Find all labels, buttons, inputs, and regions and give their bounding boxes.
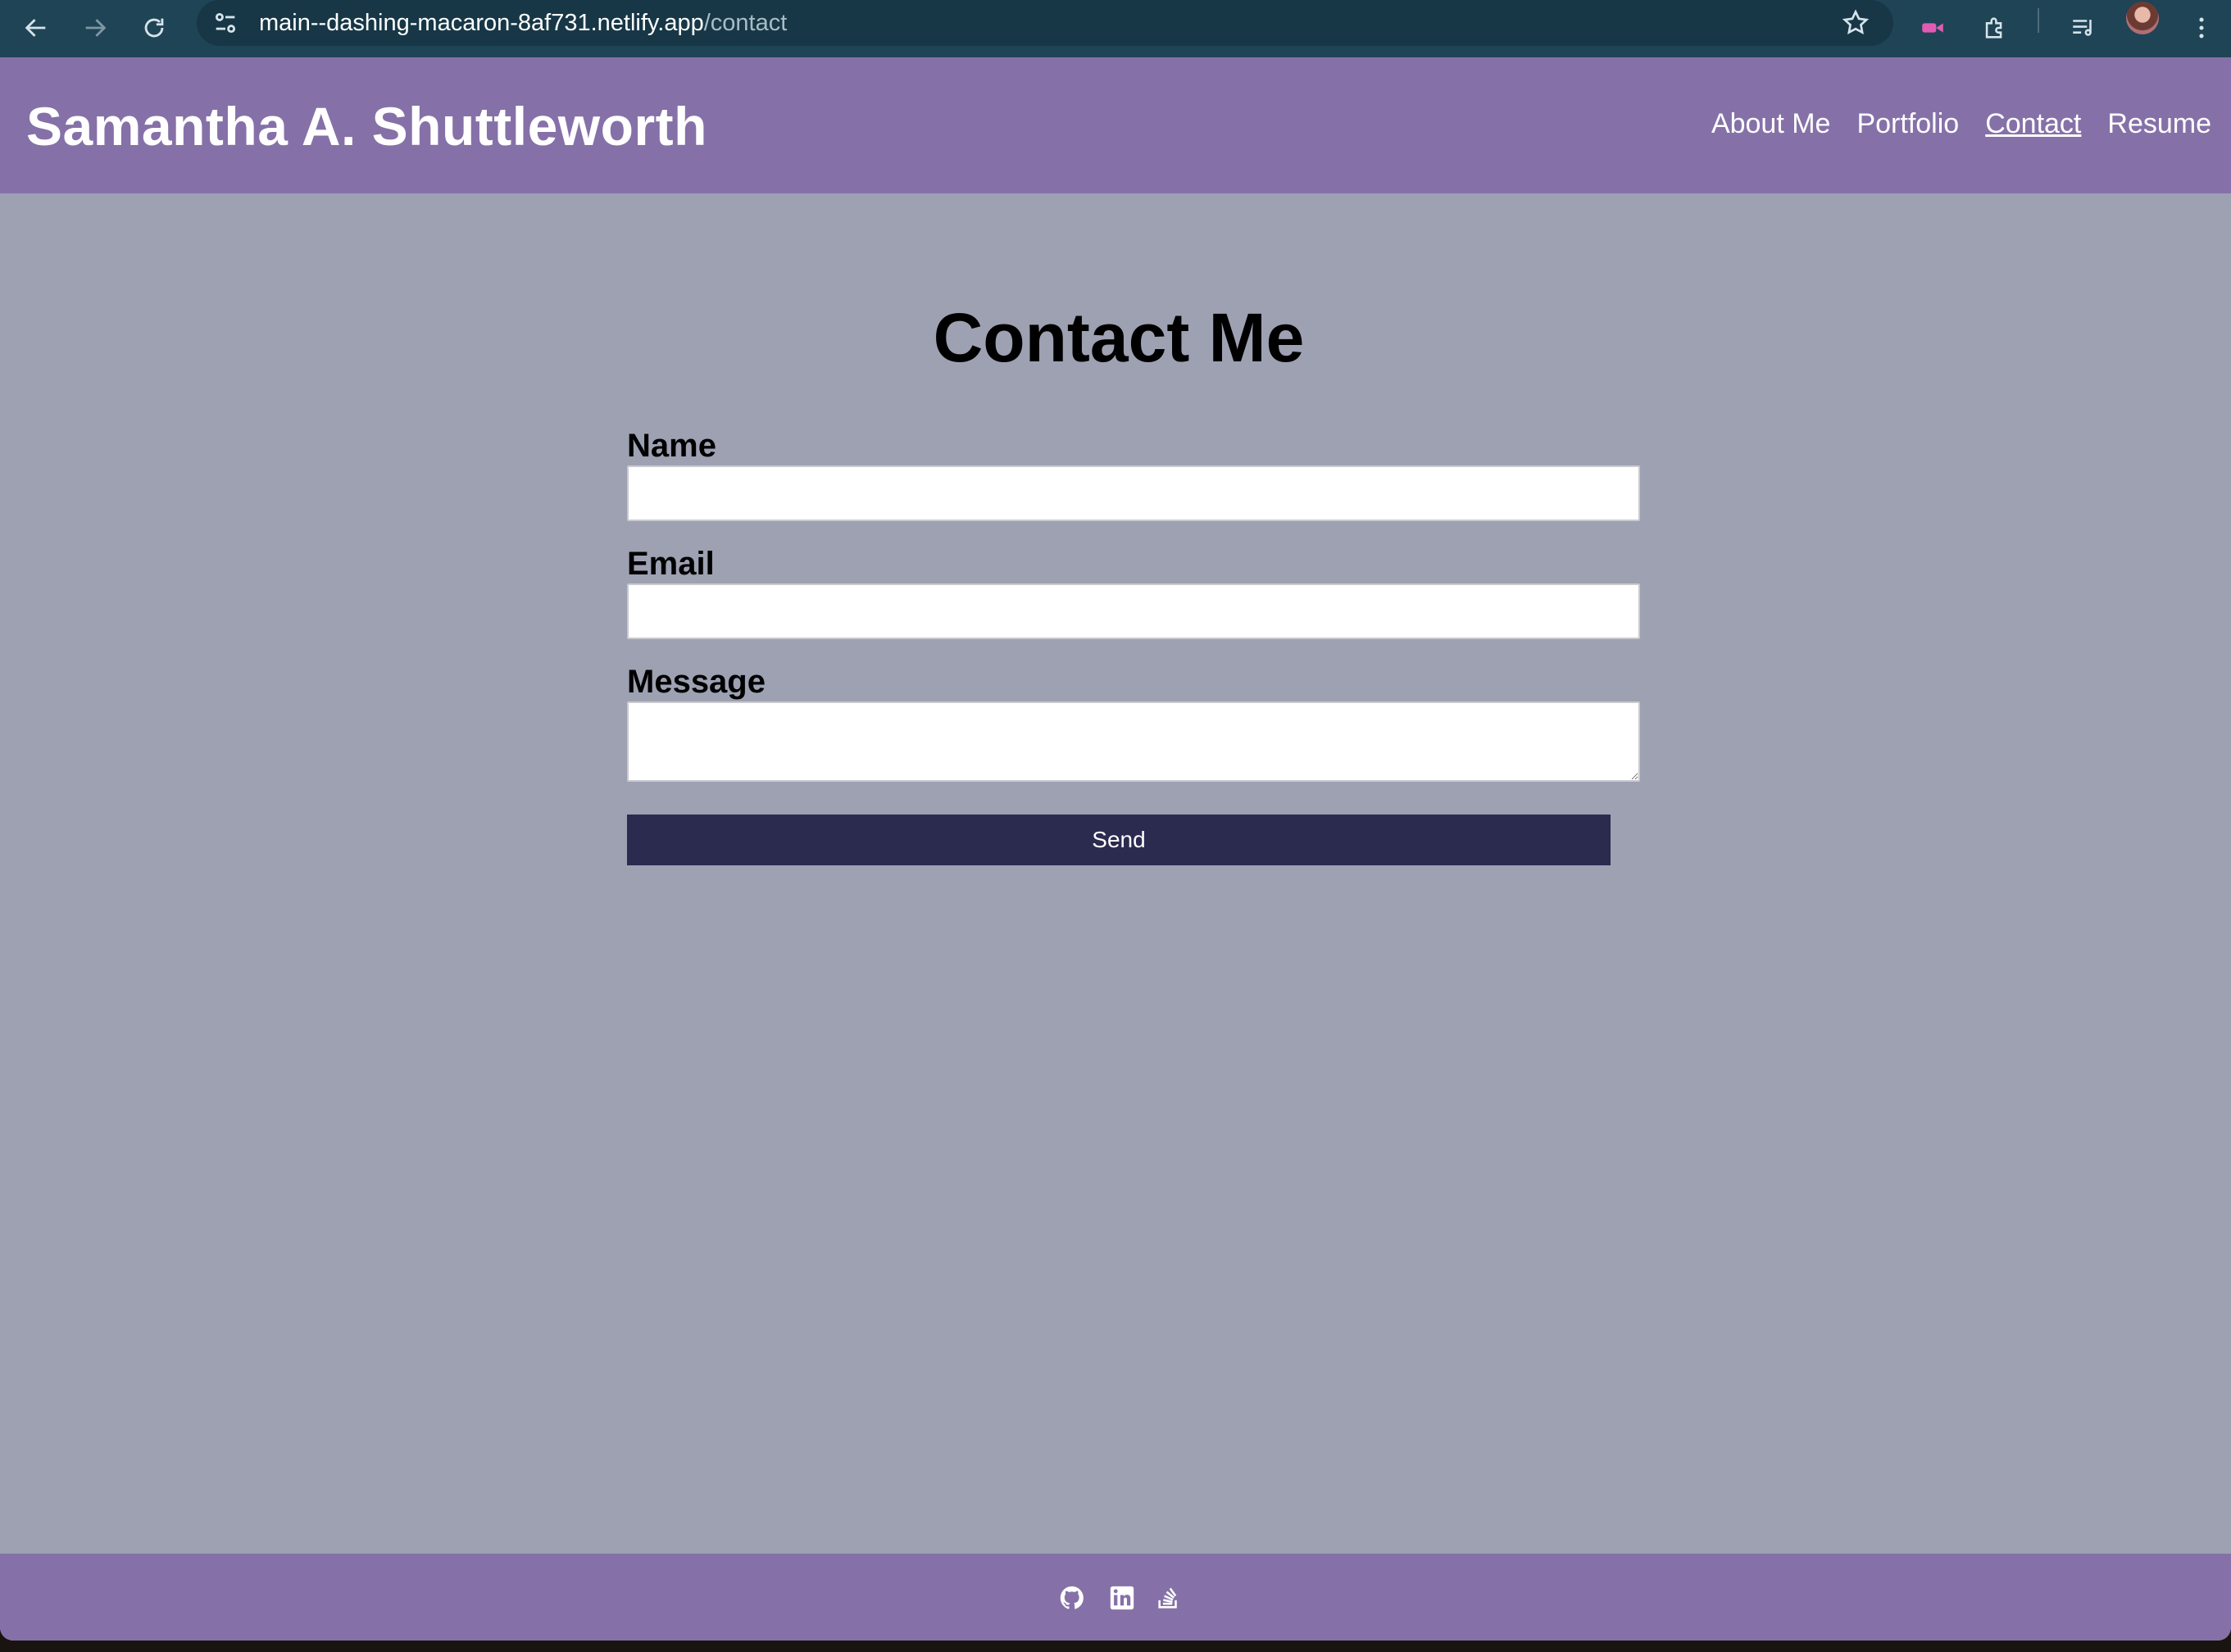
email-label: Email: [627, 546, 715, 582]
stackoverflow-icon[interactable]: [1154, 1583, 1184, 1613]
browser-toolbar: main--dashing-macaron-8af731.netlify.app…: [0, 0, 2231, 57]
nav-contact[interactable]: Contact: [1985, 108, 2081, 140]
back-arrow-icon[interactable]: [13, 5, 59, 51]
site-settings-icon[interactable]: [211, 9, 239, 37]
nav-portfolio[interactable]: Portfolio: [1856, 108, 1959, 140]
extension-puzzle-icon[interactable]: [1972, 5, 2018, 51]
nav-resume[interactable]: Resume: [2107, 108, 2211, 140]
message-label: Message: [627, 664, 766, 700]
site-header: Samantha A. Shuttleworth About Me Portfo…: [0, 57, 2231, 193]
github-icon[interactable]: [1057, 1583, 1087, 1613]
forward-arrow-icon[interactable]: [72, 5, 118, 51]
address-bar[interactable]: main--dashing-macaron-8af731.netlify.app…: [197, 0, 1893, 46]
name-field[interactable]: [627, 465, 1640, 521]
page-title: Contact Me: [933, 299, 1305, 376]
main-nav: About Me Portfolio Contact Resume: [1711, 108, 2211, 140]
media-queue-icon[interactable]: [2061, 5, 2106, 51]
linkedin-icon[interactable]: [1107, 1583, 1137, 1613]
bookmark-star-icon[interactable]: [1841, 8, 1870, 38]
contact-section: Contact Me Name Email Message Send: [0, 193, 2231, 1554]
send-button[interactable]: Send: [627, 815, 1611, 865]
message-field[interactable]: [627, 701, 1640, 782]
site-footer: [0, 1554, 2231, 1641]
reload-icon[interactable]: [131, 5, 177, 51]
nav-about-me[interactable]: About Me: [1711, 108, 1831, 140]
profile-avatar[interactable]: [2126, 2, 2159, 34]
toolbar-divider: [2038, 8, 2039, 33]
extension-recorder-icon[interactable]: [1910, 5, 1956, 51]
name-label: Name: [627, 428, 716, 464]
browser-window: main--dashing-macaron-8af731.netlify.app…: [0, 0, 2231, 1641]
site-title: Samantha A. Shuttleworth: [26, 96, 707, 157]
more-menu-icon[interactable]: [2179, 5, 2224, 51]
url-text: main--dashing-macaron-8af731.netlify.app…: [259, 9, 788, 36]
email-field[interactable]: [627, 583, 1640, 639]
